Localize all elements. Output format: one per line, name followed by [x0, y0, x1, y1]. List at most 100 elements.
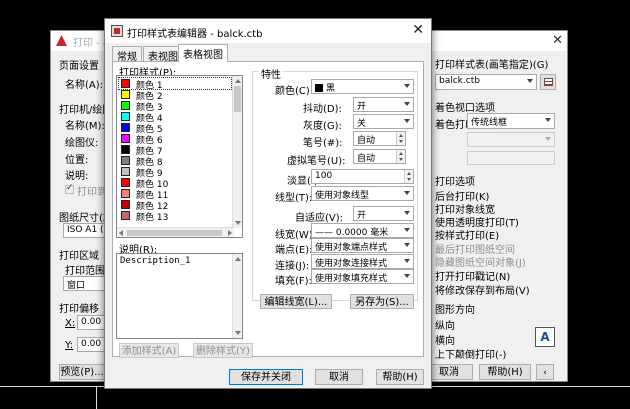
save-as-button[interactable]: 另存为(S)...	[350, 294, 414, 309]
description-scrollbar[interactable]	[232, 254, 242, 338]
plot-styles-list[interactable]: 颜色 1 颜色 2 颜色 3 颜色 4 颜色 5 颜色 6 颜色 7 颜色 8 …	[116, 75, 243, 238]
tab-table-view[interactable]: 表视图	[143, 46, 183, 63]
spinner[interactable]	[396, 132, 405, 145]
tab-general[interactable]: 常规	[112, 46, 142, 63]
pen-table-label: 打印样式表(画笔指定)(G)	[435, 60, 549, 71]
print-cancel-button[interactable]: 取消	[425, 364, 473, 380]
print-help-button[interactable]: 帮助(H)	[479, 364, 531, 380]
page-setup-label: 页面设置	[59, 61, 99, 72]
print-to-file-label: 打印到	[77, 187, 107, 198]
edit-lineweights-button[interactable]: 编辑线宽(L)...	[260, 294, 332, 309]
list-item[interactable]: 颜色 9	[119, 166, 231, 179]
edit-pen-table-button[interactable]	[540, 74, 556, 90]
list-item[interactable]: 颜色 7	[119, 144, 231, 157]
list-horizontal-scrollbar[interactable]	[117, 227, 234, 237]
list-vertical-scrollbar[interactable]	[232, 76, 242, 228]
lineweight-label: 线宽(W):	[275, 230, 317, 241]
list-item[interactable]: 颜色 4	[119, 111, 231, 124]
color-swatch	[121, 178, 130, 187]
description-label: 说明:	[65, 171, 89, 182]
spinner[interactable]	[396, 150, 405, 163]
color-combo[interactable]: 黑	[311, 79, 414, 94]
editor-titlebar: 打印样式表编辑器 - balck.ctb ✕	[105, 19, 431, 43]
plot-offset-label: 打印偏移	[59, 304, 99, 315]
option-plot-with-styles[interactable]: 按样式打印(E)	[435, 227, 499, 242]
location-label: 位置:	[65, 155, 89, 166]
list-item[interactable]: 颜色 13	[119, 210, 231, 223]
lineweight-combo[interactable]: —— 0.0000 毫米	[311, 223, 414, 238]
x-offset-field[interactable]: 0.00	[77, 315, 105, 330]
help-button[interactable]: 帮助(H)	[376, 369, 424, 385]
color-swatch	[121, 134, 130, 143]
shade-plot-combo[interactable]: 传统线框	[467, 113, 555, 129]
pen-number-field[interactable]: 自动	[353, 131, 406, 146]
color-swatch	[121, 101, 130, 110]
plot-area-label: 打印区域	[59, 251, 99, 262]
virtual-pen-field[interactable]: 自动	[353, 149, 406, 164]
close-icon[interactable]: ✕	[412, 22, 424, 38]
list-item[interactable]: 颜色 10	[119, 177, 231, 190]
adaptive-combo[interactable]: 开	[353, 206, 414, 221]
table-edit-icon	[543, 78, 553, 86]
list-item[interactable]: 颜色 1	[118, 77, 232, 91]
viewport-options-label: 着色视口选项	[435, 103, 495, 114]
list-item[interactable]: 颜色 12	[119, 199, 231, 212]
grayscale-label: 灰度(G):	[303, 121, 342, 132]
fill-combo[interactable]: 使用对象填充样式	[311, 269, 414, 284]
dither-combo[interactable]: 开	[353, 97, 414, 112]
option-plot-stamp[interactable]: 打开打印戳记(N)	[435, 268, 510, 283]
adaptive-label: 自适应(V):	[295, 213, 344, 224]
grayscale-combo[interactable]: 关	[353, 114, 414, 129]
y-offset-label: Y:	[65, 340, 74, 351]
color-swatch	[121, 200, 130, 209]
chevron-left-icon: ‹	[543, 368, 547, 378]
y-offset-field[interactable]: 0.00	[77, 337, 105, 352]
endstyle-combo[interactable]: 使用对象端点样式	[311, 238, 414, 253]
orientation-upside-down[interactable]: 上下颠倒打印(-)	[435, 346, 506, 361]
print-to-file-checkbox[interactable]	[65, 183, 74, 194]
joinstyle-label: 连接(J):	[275, 261, 310, 272]
plot-style-icon	[111, 25, 123, 37]
preview-button[interactable]: 预览(P)...	[59, 364, 105, 380]
screening-field[interactable]: 100	[311, 169, 414, 184]
color-swatch	[121, 167, 130, 176]
list-item[interactable]: 颜色 3	[119, 100, 231, 113]
add-style-button[interactable]: 添加样式(A)	[119, 343, 179, 358]
color-swatch	[315, 84, 323, 92]
list-item[interactable]: 颜色 5	[119, 122, 231, 135]
plotter-label: 绘图仪:	[65, 138, 99, 149]
list-item[interactable]: 颜色 6	[119, 133, 231, 146]
editor-title: 打印样式表编辑器 - balck.ctb	[127, 29, 263, 40]
cancel-button[interactable]: 取消	[315, 369, 363, 385]
list-item[interactable]: 颜色 11	[119, 188, 231, 201]
orientation-landscape[interactable]: 横向	[435, 332, 455, 347]
save-and-close-button[interactable]: 保存并关闭	[229, 369, 303, 385]
autocad-icon	[56, 35, 67, 46]
plot-range-combo[interactable]: 窗口	[63, 276, 105, 291]
tab-form-view[interactable]: 表格视图	[178, 44, 228, 62]
dpi-field[interactable]	[467, 151, 555, 165]
close-icon[interactable]: ✕	[552, 33, 563, 48]
list-item[interactable]: 颜色 2	[119, 89, 231, 102]
pen-table-combo[interactable]: balck.ctb	[435, 74, 537, 90]
expand-button[interactable]: ‹	[536, 364, 554, 380]
option-hide-paperspace[interactable]: 隐藏图纸空间对象(J)	[435, 254, 526, 269]
color-swatch	[121, 123, 130, 132]
list-item[interactable]: 颜色 8	[119, 155, 231, 168]
orientation-portrait[interactable]: 纵向	[435, 317, 455, 332]
linetype-combo[interactable]: 使用对象线型	[311, 186, 414, 201]
color-swatch	[121, 90, 130, 99]
dither-label: 抖动(D):	[303, 104, 342, 115]
color-swatch	[121, 112, 130, 121]
orientation-preview-icon: A	[535, 327, 555, 347]
page-setup-name-label: 名称(A):	[65, 80, 104, 91]
plot-style-editor-dialog: 打印样式表编辑器 - balck.ctb ✕ 常规 表视图 表格视图 打印样式(…	[104, 18, 432, 389]
paper-size-combo[interactable]: ISO A1 (841	[63, 223, 105, 238]
quality-combo[interactable]	[467, 132, 555, 147]
description-textarea[interactable]: Description_1	[116, 253, 243, 339]
delete-style-button[interactable]: 删除样式(Y)	[193, 343, 253, 358]
option-save-to-layout[interactable]: 将修改保存到布局(V)	[435, 282, 530, 297]
properties-label: 特性	[259, 66, 283, 81]
joinstyle-combo[interactable]: 使用对象连接样式	[311, 254, 414, 269]
spinner[interactable]	[404, 170, 413, 183]
